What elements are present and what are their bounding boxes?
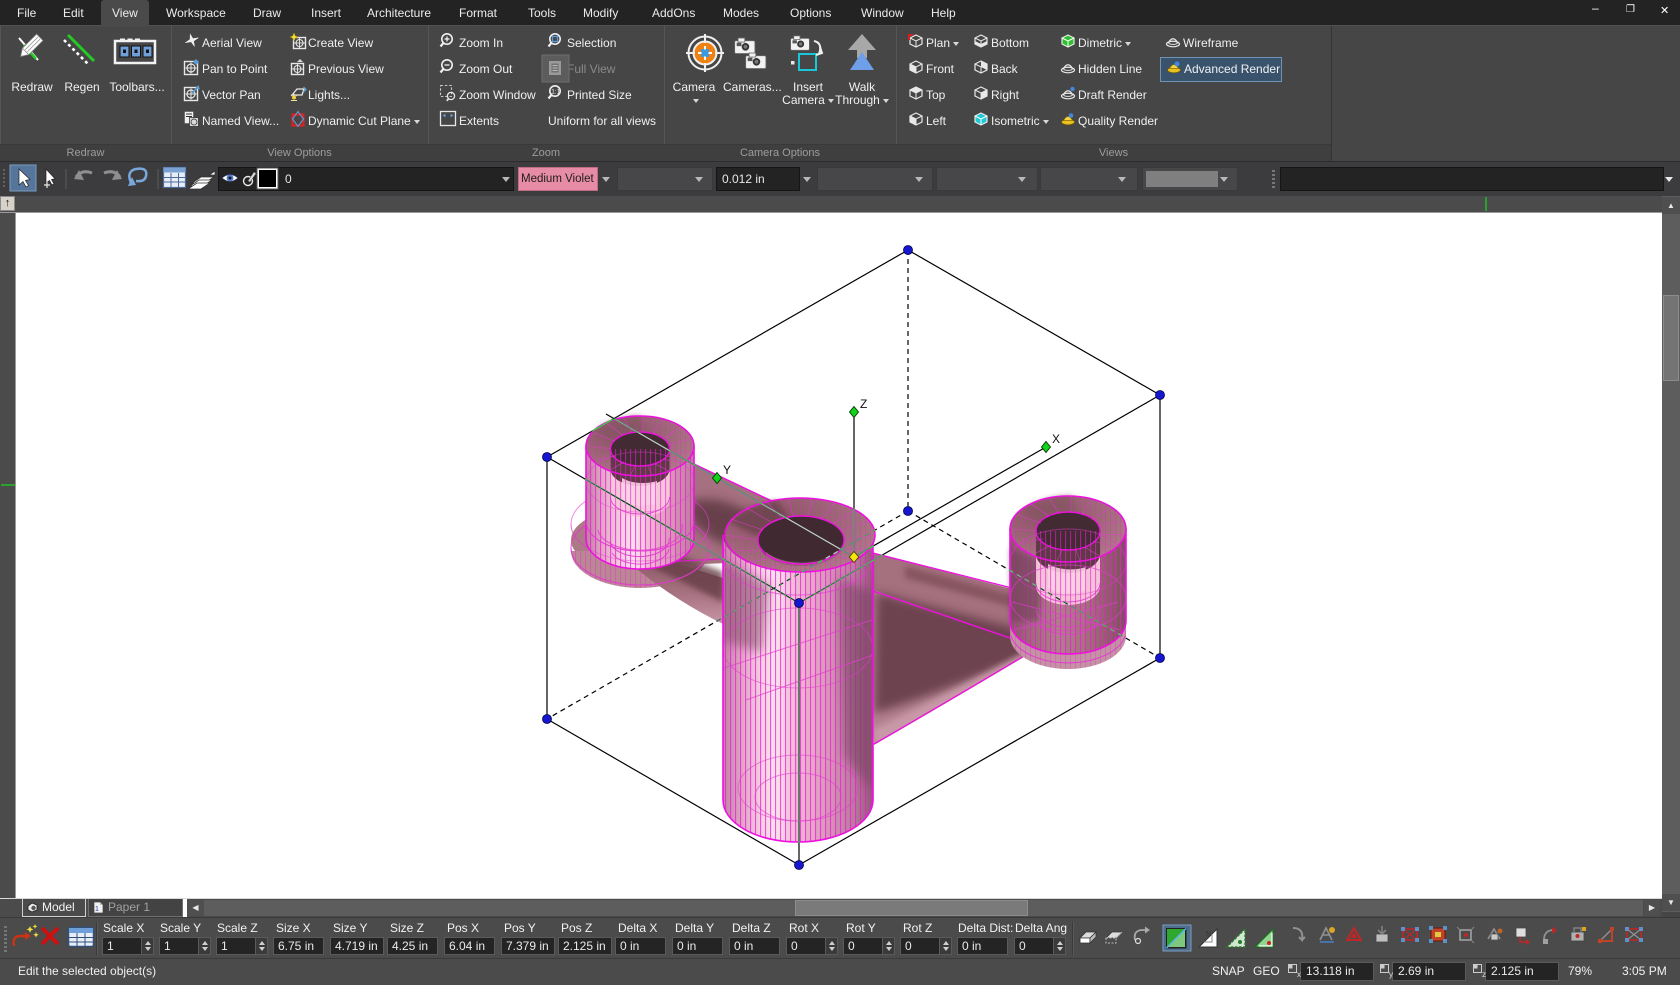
svg-text:1: 1 bbox=[95, 906, 99, 913]
svg-text:Y: Y bbox=[723, 463, 731, 477]
svg-text:X: X bbox=[1052, 432, 1060, 446]
svg-text:Z: Z bbox=[860, 397, 867, 411]
